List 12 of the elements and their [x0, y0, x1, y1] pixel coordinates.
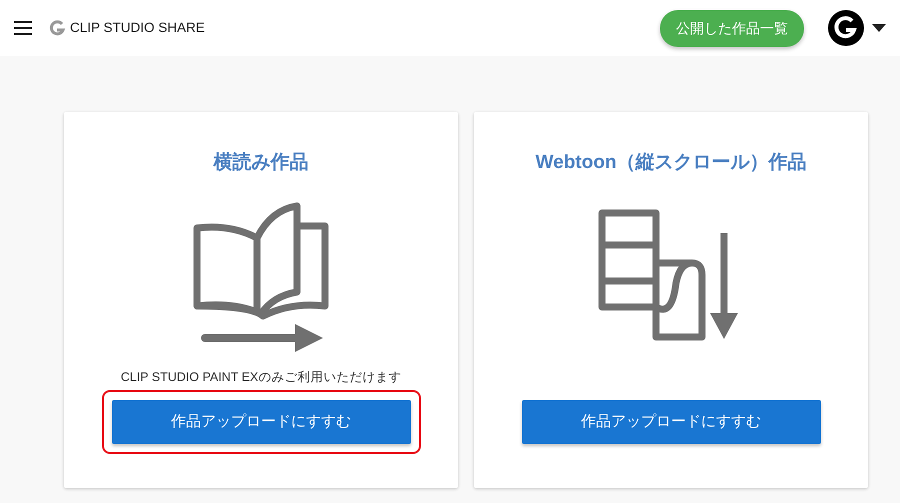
upload-button[interactable]: 作品アップロードにすすむ: [522, 400, 820, 444]
avatar-icon[interactable]: [828, 10, 864, 46]
menu-icon[interactable]: [14, 21, 32, 35]
caret-icon[interactable]: [872, 24, 886, 32]
brand-name[interactable]: CLIP STUDIO SHARE: [70, 18, 205, 38]
card-title: Webtoon（縦スクロール）作品: [536, 151, 806, 175]
logo-icon: [48, 20, 66, 36]
card-title: 横読み作品: [214, 151, 308, 175]
upload-button[interactable]: 作品アップロードにすすむ: [112, 400, 410, 444]
book-icon: [191, 202, 331, 352]
availability-note: CLIP STUDIO PAINT EXのみご利用いただけます: [120, 370, 402, 384]
published-works-button[interactable]: 公開した作品一覧: [660, 10, 804, 46]
